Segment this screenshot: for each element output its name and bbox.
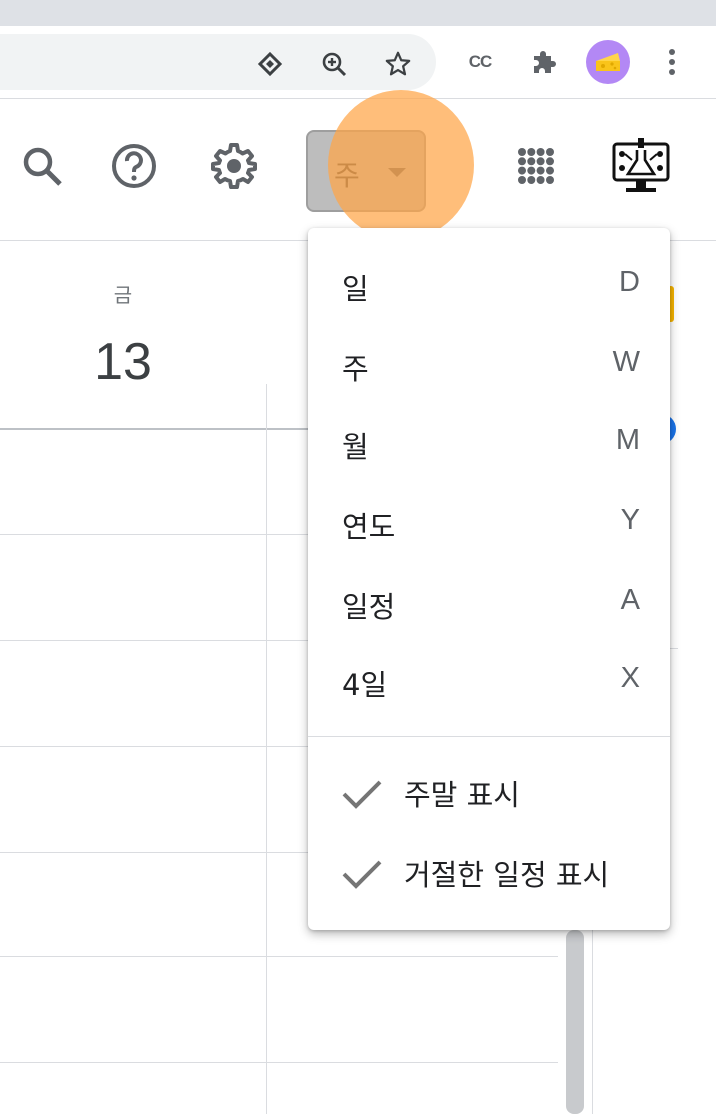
- grid-day-divider: [266, 384, 267, 1114]
- menu-item-4-days[interactable]: 4일 X: [308, 640, 670, 720]
- grid-hour-line: [0, 852, 308, 853]
- menu-item-day[interactable]: 일 D: [308, 244, 670, 324]
- grid-header-line: [0, 428, 308, 430]
- menu-item-shortcut: Y: [620, 504, 640, 536]
- menu-item-label: 일정: [342, 590, 396, 624]
- address-bar[interactable]: [0, 34, 436, 90]
- tab-strip: [0, 0, 716, 26]
- grid-hour-line: [0, 1062, 558, 1063]
- day-number[interactable]: 13: [0, 332, 246, 392]
- cc-extension-button[interactable]: CC: [458, 40, 502, 84]
- menu-item-shortcut: W: [612, 346, 640, 378]
- bookmark-star-icon[interactable]: [384, 50, 412, 78]
- grid-hour-line: [0, 640, 308, 641]
- view-selector-button[interactable]: 주: [306, 130, 426, 212]
- menu-option-label: 주말 표시: [404, 778, 520, 812]
- menu-option-show-weekends[interactable]: 주말 표시: [308, 752, 670, 832]
- menu-item-label: 일: [342, 272, 369, 306]
- menu-option-label: 거절한 일정 표시: [404, 858, 610, 892]
- menu-item-label: 연도: [342, 510, 396, 544]
- menu-item-year[interactable]: 연도 Y: [308, 482, 670, 562]
- menu-item-shortcut: D: [619, 266, 640, 298]
- grid-hour-line: [0, 956, 558, 957]
- settings-gear-icon[interactable]: [210, 142, 258, 190]
- search-icon[interactable]: [18, 142, 66, 190]
- help-icon[interactable]: [110, 142, 158, 190]
- kebab-menu-icon[interactable]: [650, 40, 694, 84]
- menu-option-show-declined[interactable]: 거절한 일정 표시: [308, 832, 670, 912]
- menu-item-schedule[interactable]: 일정 A: [308, 562, 670, 642]
- view-selector-label: 주: [334, 159, 360, 192]
- puzzle-extensions-icon[interactable]: [522, 40, 566, 84]
- menu-item-label: 주: [342, 352, 369, 386]
- menu-item-label: 4일: [342, 668, 388, 702]
- menu-item-week[interactable]: 주 W: [308, 324, 670, 404]
- profile-button[interactable]: [586, 40, 630, 84]
- menu-item-label: 월: [342, 430, 369, 464]
- zoom-icon[interactable]: [320, 50, 348, 78]
- account-avatar-logo[interactable]: [606, 132, 676, 202]
- check-icon: [342, 780, 382, 809]
- view-dropdown-menu: 일 D 주 W 월 M 연도 Y 일정 A 4일 X 주말 표시 거절한 일정 …: [308, 228, 670, 930]
- cheese-avatar-icon: [586, 40, 630, 84]
- menu-item-shortcut: A: [620, 584, 640, 616]
- caret-down-icon: [388, 168, 406, 177]
- menu-divider: [308, 736, 670, 737]
- browser-toolbar: CC: [0, 26, 716, 99]
- day-name-label: 금: [113, 283, 133, 307]
- menu-item-month[interactable]: 월 M: [308, 402, 670, 482]
- apps-grid-icon[interactable]: [512, 142, 560, 190]
- lens-icon[interactable]: [256, 50, 284, 78]
- check-icon: [342, 860, 382, 889]
- vertical-scrollbar[interactable]: [566, 930, 584, 1114]
- menu-item-shortcut: M: [615, 424, 640, 456]
- grid-hour-line: [0, 746, 308, 747]
- cc-extension-label: CC: [468, 52, 493, 71]
- menu-item-shortcut: X: [620, 662, 640, 694]
- grid-hour-line: [0, 534, 308, 535]
